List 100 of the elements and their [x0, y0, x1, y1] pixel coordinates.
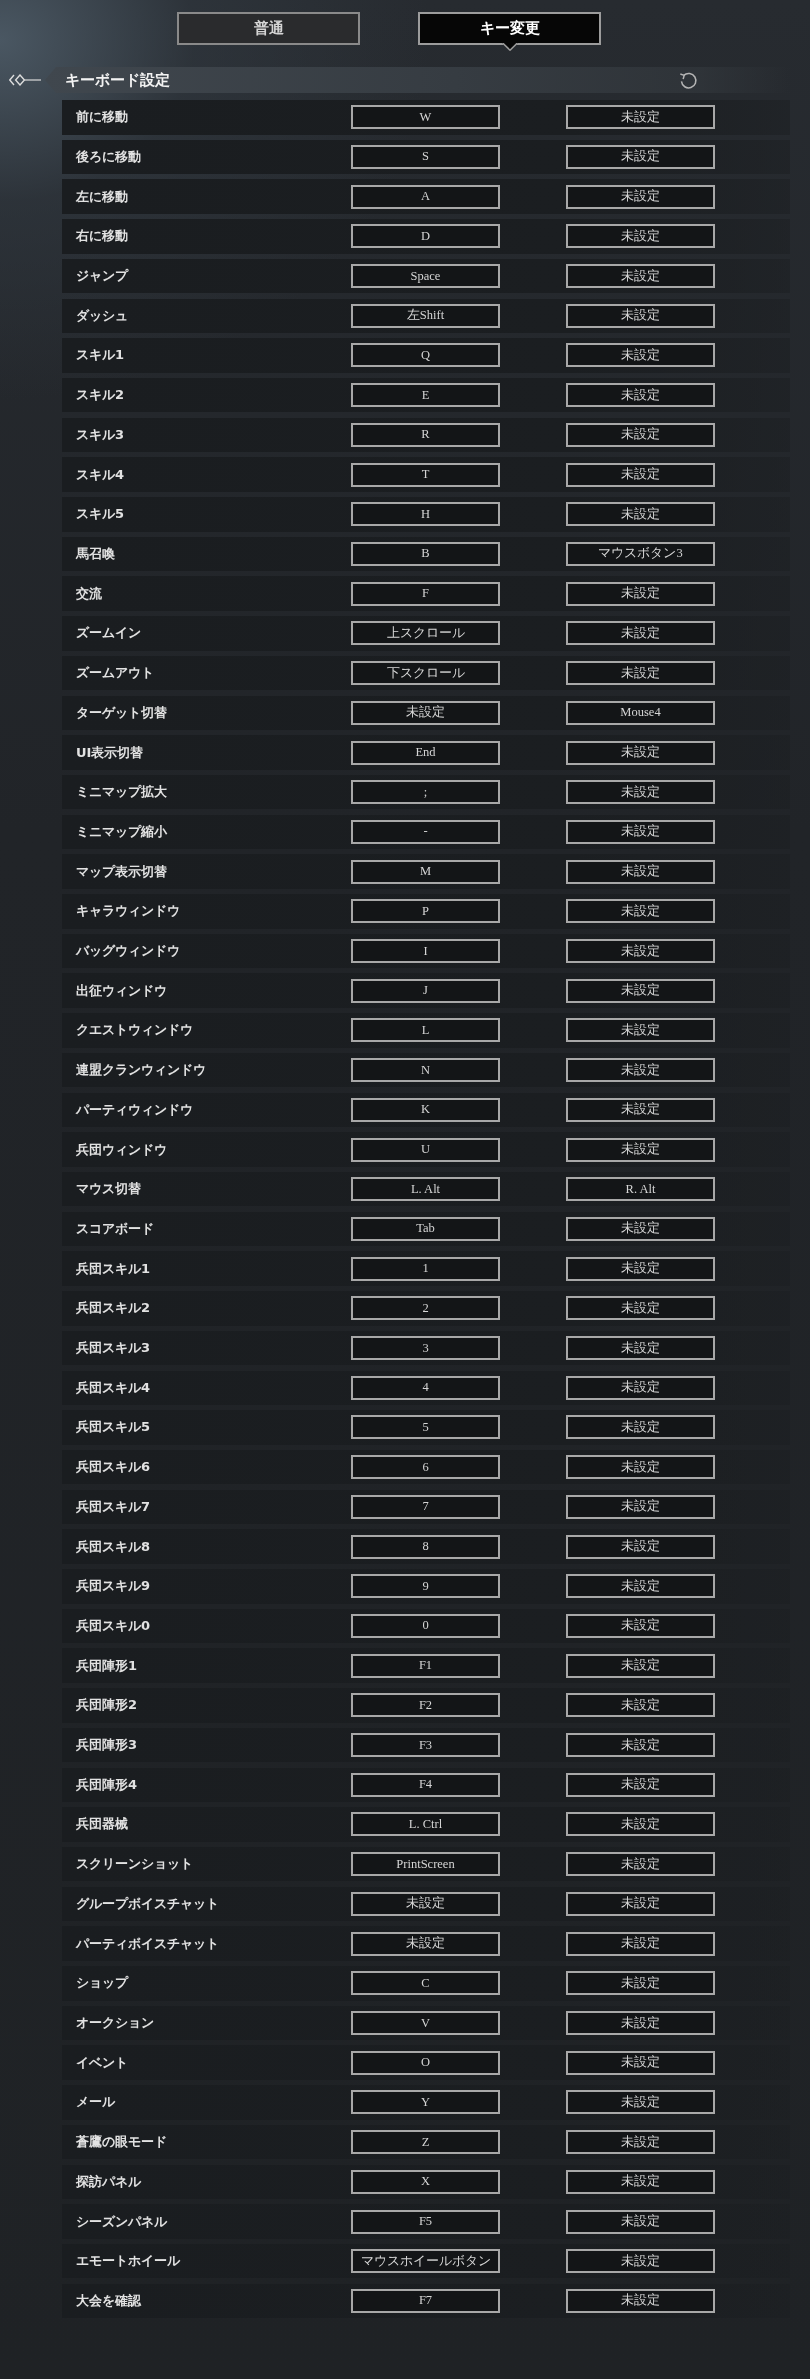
primary-key-button[interactable]: F3: [351, 1733, 500, 1758]
primary-key-button[interactable]: マウスホイールボタン: [351, 2249, 500, 2274]
secondary-key-button[interactable]: 未設定: [566, 581, 715, 606]
reset-icon[interactable]: [679, 70, 698, 90]
primary-key-button[interactable]: Space: [351, 264, 500, 289]
secondary-key-button[interactable]: 未設定: [566, 1693, 715, 1718]
primary-key-button[interactable]: 7: [351, 1494, 500, 1519]
secondary-key-button[interactable]: 未設定: [566, 184, 715, 209]
secondary-key-button[interactable]: 未設定: [566, 978, 715, 1003]
primary-key-button[interactable]: 4: [351, 1375, 500, 1400]
secondary-key-button[interactable]: 未設定: [566, 1812, 715, 1837]
primary-key-button[interactable]: K: [351, 1097, 500, 1122]
primary-key-button[interactable]: V: [351, 2011, 500, 2035]
primary-key-button[interactable]: 2: [351, 1296, 500, 1321]
secondary-key-button[interactable]: 未設定: [566, 1574, 715, 1599]
primary-key-button[interactable]: 3: [351, 1336, 500, 1361]
primary-key-button[interactable]: L. Alt: [351, 1177, 500, 1202]
secondary-key-button[interactable]: 未設定: [566, 1653, 715, 1678]
primary-key-button[interactable]: 0: [351, 1613, 500, 1638]
secondary-key-button[interactable]: 未設定: [566, 1216, 715, 1241]
primary-key-button[interactable]: 9: [351, 1574, 500, 1599]
primary-key-button[interactable]: M: [351, 859, 500, 884]
primary-key-button[interactable]: PrintScreen: [351, 1852, 500, 1877]
tab[interactable]: キー変更: [418, 12, 601, 45]
primary-key-button[interactable]: Tab: [351, 1216, 500, 1241]
secondary-key-button[interactable]: 未設定: [566, 2288, 715, 2313]
primary-key-button[interactable]: F4: [351, 1772, 500, 1797]
primary-key-button[interactable]: J: [351, 978, 500, 1003]
secondary-key-button[interactable]: 未設定: [566, 1613, 715, 1638]
primary-key-button[interactable]: F5: [351, 2209, 500, 2234]
primary-key-button[interactable]: Q: [351, 343, 500, 368]
secondary-key-button[interactable]: 未設定: [566, 2130, 715, 2155]
primary-key-button[interactable]: 未設定: [351, 1931, 500, 1956]
secondary-key-button[interactable]: 未設定: [566, 1256, 715, 1281]
secondary-key-button[interactable]: 未設定: [566, 1931, 715, 1956]
secondary-key-button[interactable]: 未設定: [566, 1018, 715, 1043]
secondary-key-button[interactable]: 未設定: [566, 1733, 715, 1758]
primary-key-button[interactable]: L: [351, 1018, 500, 1043]
primary-key-button[interactable]: E: [351, 383, 500, 408]
secondary-key-button[interactable]: 未設定: [566, 1534, 715, 1559]
secondary-key-button[interactable]: 未設定: [566, 939, 715, 963]
secondary-key-button[interactable]: 未設定: [566, 264, 715, 289]
secondary-key-button[interactable]: Mouse4: [566, 700, 715, 725]
secondary-key-button[interactable]: 未設定: [566, 1058, 715, 1083]
secondary-key-button[interactable]: 未設定: [566, 1137, 715, 1162]
secondary-key-button[interactable]: 未設定: [566, 462, 715, 487]
primary-key-button[interactable]: 6: [351, 1455, 500, 1480]
secondary-key-button[interactable]: 未設定: [566, 740, 715, 765]
primary-key-button[interactable]: U: [351, 1137, 500, 1162]
primary-key-button[interactable]: Y: [351, 2090, 500, 2115]
secondary-key-button[interactable]: 未設定: [566, 1891, 715, 1916]
tab[interactable]: 普通: [177, 12, 360, 45]
primary-key-button[interactable]: O: [351, 2050, 500, 2075]
primary-key-button[interactable]: D: [351, 224, 500, 249]
secondary-key-button[interactable]: 未設定: [566, 383, 715, 408]
primary-key-button[interactable]: H: [351, 502, 500, 527]
secondary-key-button[interactable]: 未設定: [566, 1375, 715, 1400]
primary-key-button[interactable]: F7: [351, 2288, 500, 2313]
secondary-key-button[interactable]: 未設定: [566, 1336, 715, 1361]
secondary-key-button[interactable]: マウスボタン3: [566, 542, 715, 566]
secondary-key-button[interactable]: 未設定: [566, 1415, 715, 1440]
primary-key-button[interactable]: ;: [351, 780, 500, 805]
primary-key-button[interactable]: I: [351, 939, 500, 963]
primary-key-button[interactable]: 未設定: [351, 700, 500, 725]
secondary-key-button[interactable]: 未設定: [566, 899, 715, 924]
primary-key-button[interactable]: X: [351, 2169, 500, 2194]
secondary-key-button[interactable]: 未設定: [566, 1455, 715, 1480]
primary-key-button[interactable]: F2: [351, 1693, 500, 1718]
secondary-key-button[interactable]: 未設定: [566, 144, 715, 169]
primary-key-button[interactable]: B: [351, 542, 500, 566]
primary-key-button[interactable]: 1: [351, 1256, 500, 1281]
secondary-key-button[interactable]: 未設定: [566, 422, 715, 447]
secondary-key-button[interactable]: 未設定: [566, 2249, 715, 2274]
secondary-key-button[interactable]: 未設定: [566, 105, 715, 130]
primary-key-button[interactable]: L. Ctrl: [351, 1812, 500, 1837]
secondary-key-button[interactable]: 未設定: [566, 502, 715, 527]
primary-key-button[interactable]: Z: [351, 2130, 500, 2155]
secondary-key-button[interactable]: 未設定: [566, 1772, 715, 1797]
primary-key-button[interactable]: W: [351, 105, 500, 130]
secondary-key-button[interactable]: 未設定: [566, 2011, 715, 2035]
secondary-key-button[interactable]: 未設定: [566, 224, 715, 249]
secondary-key-button[interactable]: 未設定: [566, 2209, 715, 2234]
secondary-key-button[interactable]: 未設定: [566, 303, 715, 328]
secondary-key-button[interactable]: 未設定: [566, 859, 715, 884]
primary-key-button[interactable]: 下スクロール: [351, 661, 500, 686]
primary-key-button[interactable]: P: [351, 899, 500, 924]
secondary-key-button[interactable]: 未設定: [566, 661, 715, 686]
secondary-key-button[interactable]: 未設定: [566, 343, 715, 368]
primary-key-button[interactable]: F: [351, 581, 500, 606]
secondary-key-button[interactable]: 未設定: [566, 2169, 715, 2194]
primary-key-button[interactable]: -: [351, 819, 500, 844]
primary-key-button[interactable]: S: [351, 144, 500, 169]
secondary-key-button[interactable]: 未設定: [566, 1971, 715, 1996]
primary-key-button[interactable]: C: [351, 1971, 500, 1996]
secondary-key-button[interactable]: 未設定: [566, 819, 715, 844]
primary-key-button[interactable]: 未設定: [351, 1891, 500, 1916]
primary-key-button[interactable]: A: [351, 184, 500, 209]
secondary-key-button[interactable]: 未設定: [566, 1852, 715, 1877]
secondary-key-button[interactable]: 未設定: [566, 780, 715, 805]
secondary-key-button[interactable]: 未設定: [566, 621, 715, 646]
